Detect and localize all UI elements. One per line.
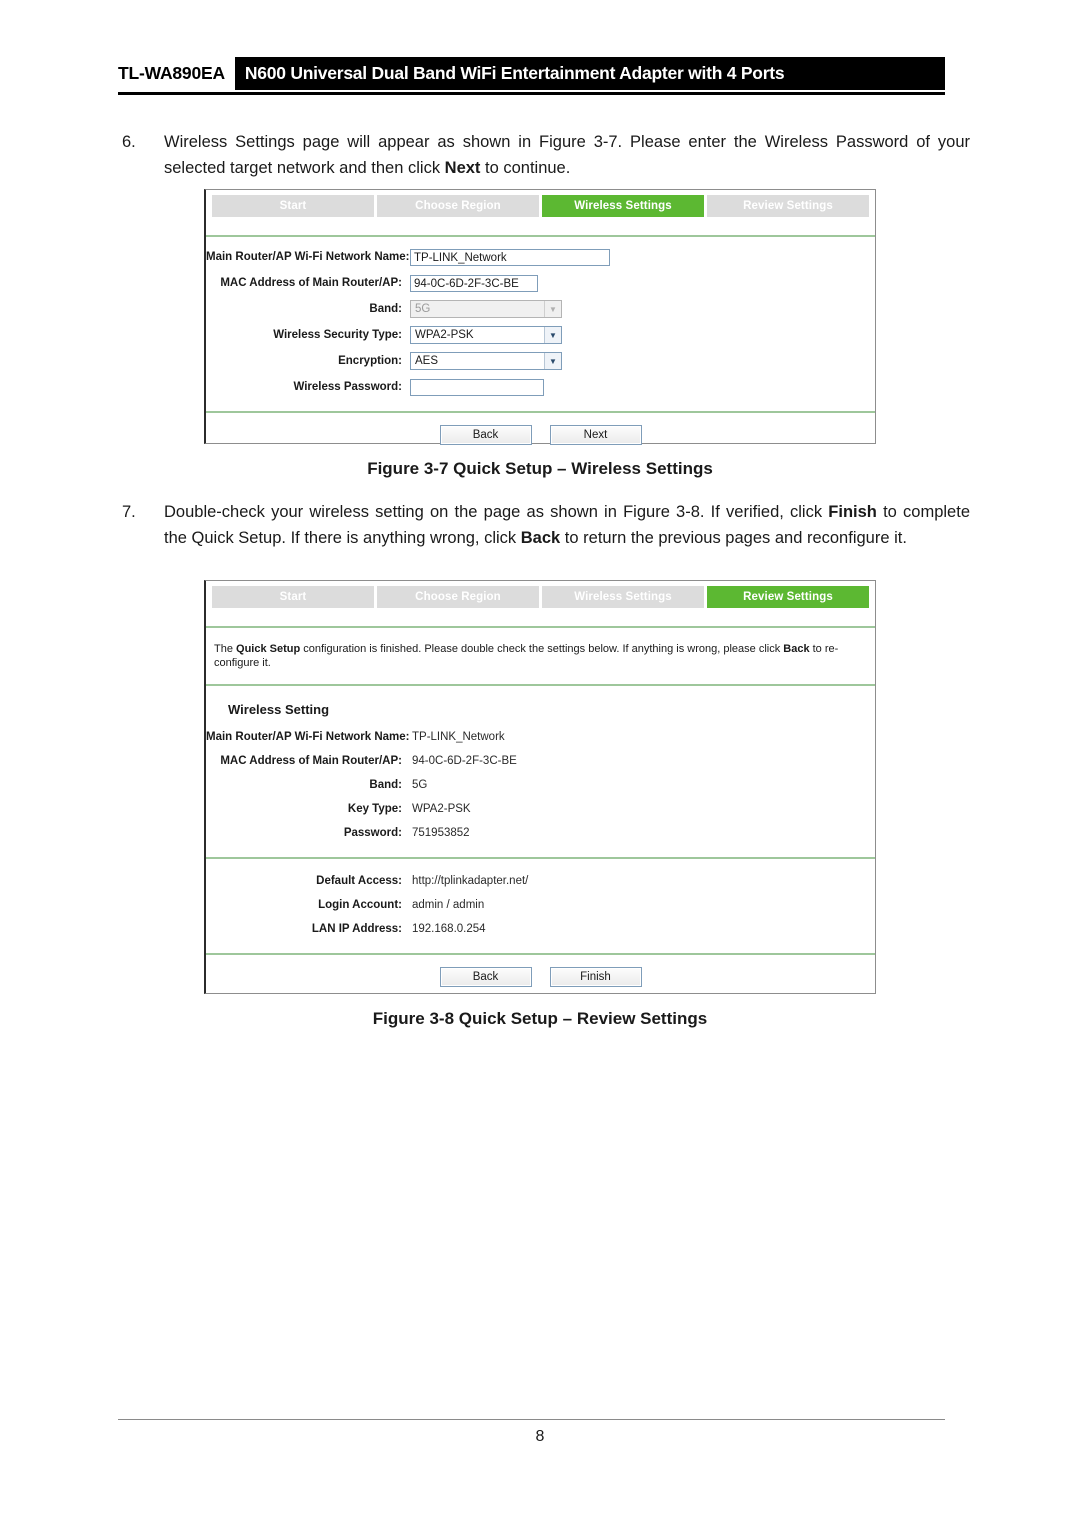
figure-2-caption: Figure 3-8 Quick Setup – Review Settings xyxy=(372,1009,708,1028)
figure2-tab-review-settings[interactable]: Review Settings xyxy=(707,586,869,608)
field-row-security-type: Wireless Security Type: WPA2-PSK ▼ xyxy=(206,325,875,345)
review-value-mac-address: 94-0C-6D-2F-3C-BE xyxy=(412,755,517,767)
review-value-lan-ip-address: 192.168.0.254 xyxy=(412,923,486,935)
review-label-default-access: Default Access: xyxy=(316,875,402,887)
review-label-band: Band: xyxy=(369,779,402,791)
figure1-tab-gap xyxy=(206,217,875,235)
figure1-button-bar: Back Next xyxy=(206,413,875,459)
review-row-key-type: Key Type: WPA2-PSK xyxy=(206,797,875,821)
review-value-network-name: TP-LINK_Network xyxy=(412,731,505,743)
footer-page-number: 8 xyxy=(535,1428,545,1445)
label-encryption: Encryption: xyxy=(338,355,402,367)
select-band-value: 5G xyxy=(415,303,431,315)
figure2-tab-gap xyxy=(206,608,875,626)
review-row-password: Password: 751953852 xyxy=(206,821,875,845)
field-row-band: Band: 5G ▼ xyxy=(206,299,875,319)
page-header: TL-WA890EA N600 Universal Dual Band WiFi… xyxy=(118,57,945,90)
select-band: 5G ▼ xyxy=(410,300,562,318)
figure2-notice-text: The Quick Setup configuration is finishe… xyxy=(214,643,839,669)
header-model-name: TL-WA890EA xyxy=(118,63,225,83)
step-7-paragraph: 7. Double-check your wireless setting on… xyxy=(122,500,970,551)
field-row-encryption: Encryption: AES ▼ xyxy=(206,351,875,371)
field-row-wireless-password: Wireless Password: xyxy=(206,377,875,397)
figure2-wireless-setting-group: Main Router/AP Wi-Fi Network Name: TP-LI… xyxy=(206,725,875,857)
step-6-number: 6. xyxy=(122,133,136,151)
review-value-key-type: WPA2-PSK xyxy=(412,803,471,815)
figure2-tab-start[interactable]: Start xyxy=(212,586,374,608)
header-rule xyxy=(118,92,945,95)
figure2-access-group: Default Access: http://tplinkadapter.net… xyxy=(206,859,875,953)
input-network-name[interactable]: TP-LINK_Network xyxy=(410,248,610,266)
figure2-section-title: Wireless Setting xyxy=(228,702,330,717)
figure2-back-button[interactable]: Back xyxy=(439,967,532,987)
select-security-type-value: WPA2-PSK xyxy=(415,329,474,341)
figure1-next-button[interactable]: Next xyxy=(549,425,642,445)
figure-review-settings-screenshot: Start Choose Region Wireless Settings Re… xyxy=(204,580,876,994)
review-label-mac-address: MAC Address of Main Router/AP: xyxy=(220,755,402,767)
review-row-network-name: Main Router/AP Wi-Fi Network Name: TP-LI… xyxy=(206,725,875,749)
select-encryption[interactable]: AES ▼ xyxy=(410,352,562,370)
chevron-down-icon: ▼ xyxy=(544,353,561,369)
label-network-name: Main Router/AP Wi-Fi Network Name: xyxy=(206,251,410,263)
figure1-tab-bar: Start Choose Region Wireless Settings Re… xyxy=(206,190,875,217)
figure1-tab-wireless-settings[interactable]: Wireless Settings xyxy=(542,195,704,217)
review-row-band: Band: 5G xyxy=(206,773,875,797)
review-row-login-account: Login Account: admin / admin xyxy=(206,893,875,917)
label-band: Band: xyxy=(369,303,402,315)
review-label-network-name: Main Router/AP Wi-Fi Network Name: xyxy=(206,731,410,743)
input-mac-address[interactable]: 94-0C-6D-2F-3C-BE xyxy=(410,274,538,292)
figure2-tab-wireless-settings[interactable]: Wireless Settings xyxy=(542,586,704,608)
field-row-network-name: Main Router/AP Wi-Fi Network Name: TP-LI… xyxy=(206,247,875,267)
figure1-back-button[interactable]: Back xyxy=(439,425,532,445)
label-mac-address: MAC Address of Main Router/AP: xyxy=(220,277,402,289)
review-row-default-access: Default Access: http://tplinkadapter.net… xyxy=(206,869,875,893)
field-row-mac-address: MAC Address of Main Router/AP: 94-0C-6D-… xyxy=(206,273,875,293)
figure1-form: Main Router/AP Wi-Fi Network Name: TP-LI… xyxy=(206,237,875,411)
header-product-title: N600 Universal Dual Band WiFi Entertainm… xyxy=(234,57,945,90)
footer-rule xyxy=(118,1419,945,1420)
figure-1-caption: Figure 3-7 Quick Setup – Wireless Settin… xyxy=(367,459,713,478)
review-value-band: 5G xyxy=(412,779,428,791)
label-wireless-password: Wireless Password: xyxy=(293,381,402,393)
figure2-tab-choose-region[interactable]: Choose Region xyxy=(377,586,539,608)
figure1-tab-choose-region[interactable]: Choose Region xyxy=(377,195,539,217)
review-label-lan-ip-address: LAN IP Address: xyxy=(311,923,402,935)
chevron-down-icon: ▼ xyxy=(544,327,561,343)
input-wireless-password[interactable] xyxy=(410,378,544,396)
review-value-login-account: admin / admin xyxy=(412,899,485,911)
review-row-mac-address: MAC Address of Main Router/AP: 94-0C-6D-… xyxy=(206,749,875,773)
step-7-number: 7. xyxy=(122,503,136,521)
figure1-tab-start[interactable]: Start xyxy=(212,195,374,217)
chevron-down-icon: ▼ xyxy=(544,301,561,317)
step-6-text: Wireless Settings page will appear as sh… xyxy=(164,133,970,177)
review-label-key-type: Key Type: xyxy=(347,803,402,815)
select-encryption-value: AES xyxy=(415,355,439,367)
step-7-text: Double-check your wireless setting on th… xyxy=(164,503,970,547)
review-value-default-access: http://tplinkadapter.net/ xyxy=(412,875,529,887)
figure1-tab-review-settings[interactable]: Review Settings xyxy=(707,195,869,217)
figure2-finish-button[interactable]: Finish xyxy=(549,967,642,987)
figure2-tab-bar: Start Choose Region Wireless Settings Re… xyxy=(206,581,875,608)
figure2-button-bar: Back Finish xyxy=(206,955,875,1001)
label-security-type: Wireless Security Type: xyxy=(273,329,402,341)
figure-wireless-settings-screenshot: Start Choose Region Wireless Settings Re… xyxy=(204,189,876,445)
review-label-login-account: Login Account: xyxy=(318,899,402,911)
select-security-type[interactable]: WPA2-PSK ▼ xyxy=(410,326,562,344)
step-6-paragraph: 6. Wireless Settings page will appear as… xyxy=(122,130,970,181)
review-row-lan-ip-address: LAN IP Address: 192.168.0.254 xyxy=(206,917,875,941)
review-value-password: 751953852 xyxy=(412,827,470,839)
review-label-password: Password: xyxy=(343,827,402,839)
